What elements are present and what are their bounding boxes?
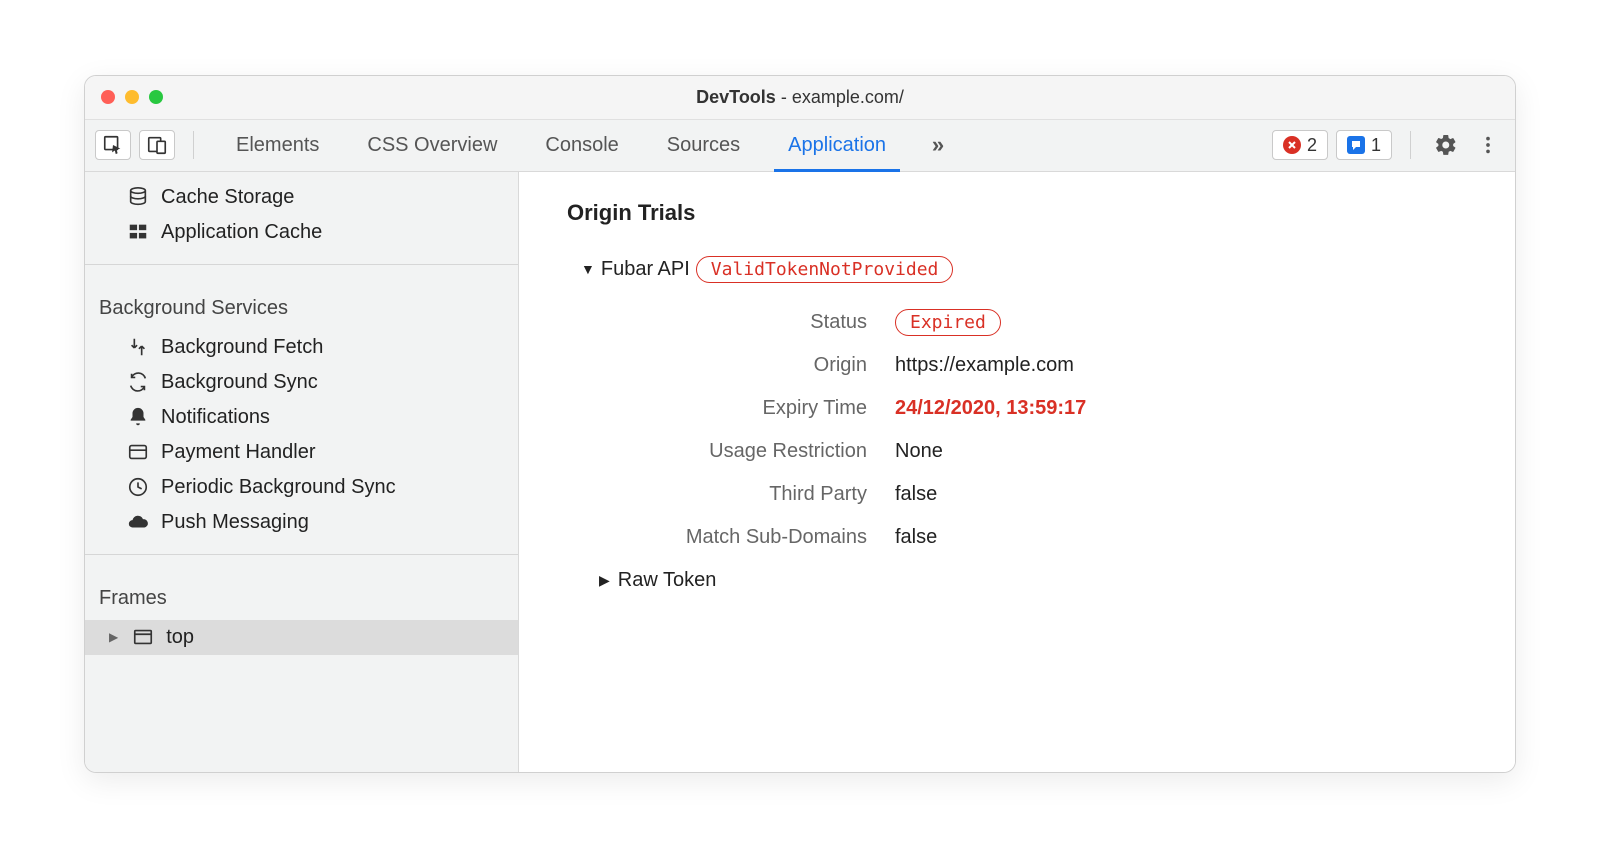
- chevron-right-icon: ▶: [109, 630, 118, 644]
- sidebar-group-frames: Frames: [85, 569, 518, 620]
- sidebar-item-application-cache[interactable]: Application Cache: [85, 215, 518, 250]
- kv-value: false: [895, 526, 937, 549]
- kv-value: 24/12/2020, 13:59:17: [895, 397, 1086, 420]
- sidebar-item-label: Background Sync: [161, 371, 318, 394]
- kv-key: Status: [567, 311, 867, 334]
- chevron-down-icon: ▼: [581, 261, 595, 277]
- application-sidebar: Cache Storage Application Cache Backgrou…: [85, 172, 519, 772]
- sidebar-item-background-sync[interactable]: Background Sync: [85, 365, 518, 400]
- sidebar-item-frame-top[interactable]: ▶ top: [85, 620, 518, 655]
- cloud-icon: [127, 511, 149, 533]
- application-main: Origin Trials ▼ Fubar API ValidTokenNotP…: [519, 172, 1515, 772]
- bell-icon: [127, 406, 149, 428]
- sidebar-item-label: Cache Storage: [161, 186, 294, 209]
- sidebar-item-label: Periodic Background Sync: [161, 476, 396, 499]
- kv-usage-restriction: Usage Restriction None: [567, 440, 1467, 463]
- kv-origin: Origin https://example.com: [567, 354, 1467, 377]
- raw-token-label: Raw Token: [618, 569, 717, 592]
- sidebar-item-periodic-background-sync[interactable]: Periodic Background Sync: [85, 470, 518, 505]
- toolbar-separator: [193, 131, 194, 159]
- sidebar-item-label: top: [166, 626, 194, 649]
- tab-elements[interactable]: Elements: [212, 120, 343, 171]
- fetch-icon: [127, 336, 149, 358]
- window-title: DevTools - example.com/: [696, 87, 904, 108]
- errors-counter[interactable]: 2: [1272, 130, 1328, 160]
- issues-counter[interactable]: 1: [1336, 130, 1392, 160]
- tab-css-overview[interactable]: CSS Overview: [343, 120, 521, 171]
- kv-status: Status Expired: [567, 311, 1467, 334]
- sidebar-divider: [85, 264, 518, 265]
- kv-third-party: Third Party false: [567, 483, 1467, 506]
- kv-value: https://example.com: [895, 354, 1074, 377]
- clock-icon: [127, 476, 149, 498]
- close-window-button[interactable]: [101, 90, 115, 104]
- tab-sources[interactable]: Sources: [643, 120, 764, 171]
- sidebar-item-notifications[interactable]: Notifications: [85, 400, 518, 435]
- window-icon: [132, 626, 154, 648]
- sidebar-item-push-messaging[interactable]: Push Messaging: [85, 505, 518, 540]
- errors-count: 2: [1307, 135, 1317, 156]
- kv-key: Expiry Time: [567, 397, 867, 420]
- settings-button[interactable]: [1429, 128, 1463, 162]
- window-controls: [101, 90, 163, 104]
- sidebar-group-background-services: Background Services: [85, 279, 518, 330]
- sidebar-item-label: Background Fetch: [161, 336, 323, 359]
- sidebar-item-label: Notifications: [161, 406, 270, 429]
- kebab-icon: [1477, 134, 1499, 156]
- toolbar-separator: [1410, 131, 1411, 159]
- grid-icon: [127, 221, 149, 243]
- sidebar-item-cache-storage[interactable]: Cache Storage: [85, 180, 518, 215]
- kv-key: Origin: [567, 354, 867, 377]
- issues-count: 1: [1371, 135, 1381, 156]
- minimize-window-button[interactable]: [125, 90, 139, 104]
- sidebar-divider: [85, 554, 518, 555]
- sidebar-item-label: Payment Handler: [161, 441, 316, 464]
- tab-console[interactable]: Console: [521, 120, 642, 171]
- sidebar-item-label: Application Cache: [161, 221, 322, 244]
- origin-trial-name: Fubar API: [601, 258, 690, 281]
- window-title-app: DevTools: [696, 87, 776, 107]
- section-heading: Origin Trials: [567, 200, 1467, 226]
- kv-key: Third Party: [567, 483, 867, 506]
- maximize-window-button[interactable]: [149, 90, 163, 104]
- inspect-element-button[interactable]: [95, 130, 131, 160]
- kv-value: None: [895, 440, 943, 463]
- origin-trial-badge: ValidTokenNotProvided: [696, 256, 954, 283]
- sidebar-item-background-fetch[interactable]: Background Fetch: [85, 330, 518, 365]
- titlebar: DevTools - example.com/: [85, 76, 1515, 120]
- sync-icon: [127, 371, 149, 393]
- more-tabs-button[interactable]: »: [918, 132, 958, 158]
- more-options-button[interactable]: [1471, 128, 1505, 162]
- kv-expiry-time: Expiry Time 24/12/2020, 13:59:17: [567, 397, 1467, 420]
- chevron-right-icon: ▶: [599, 572, 610, 589]
- status-badge: Expired: [895, 309, 1001, 336]
- device-toolbar-button[interactable]: [139, 130, 175, 160]
- sidebar-item-payment-handler[interactable]: Payment Handler: [85, 435, 518, 470]
- kv-match-sub-domains: Match Sub-Domains false: [567, 526, 1467, 549]
- devtools-window: DevTools - example.com/ Elements CSS Ove…: [84, 75, 1516, 773]
- raw-token-row[interactable]: ▶ Raw Token: [599, 569, 1467, 592]
- origin-trial-row[interactable]: ▼ Fubar API ValidTokenNotProvided: [581, 256, 1467, 283]
- devtools-toolbar: Elements CSS Overview Console Sources Ap…: [85, 120, 1515, 172]
- kv-key: Usage Restriction: [567, 440, 867, 463]
- window-title-url: example.com/: [792, 87, 904, 107]
- card-icon: [127, 441, 149, 463]
- kv-value: false: [895, 483, 937, 506]
- kv-key: Match Sub-Domains: [567, 526, 867, 549]
- error-icon: [1283, 136, 1301, 154]
- gear-icon: [1434, 133, 1458, 157]
- issues-icon: [1347, 136, 1365, 154]
- tab-application[interactable]: Application: [764, 120, 910, 171]
- panel-body: Cache Storage Application Cache Backgrou…: [85, 172, 1515, 772]
- sidebar-item-label: Push Messaging: [161, 511, 309, 534]
- database-icon: [127, 186, 149, 208]
- panel-tabs: Elements CSS Overview Console Sources Ap…: [212, 120, 910, 171]
